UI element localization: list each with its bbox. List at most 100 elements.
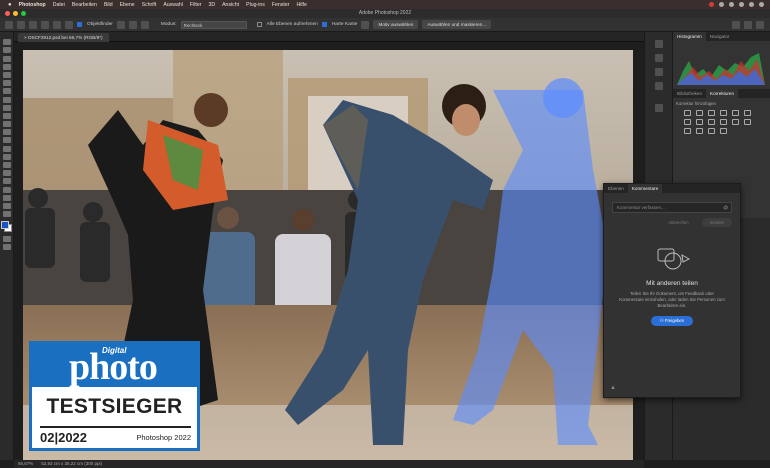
healing-brush-tool-icon[interactable] xyxy=(3,96,11,103)
zoom-level[interactable]: 66,67% xyxy=(18,460,33,468)
brush-tool-icon[interactable] xyxy=(3,104,11,111)
more-tools-icon[interactable] xyxy=(3,211,11,218)
freigeben-button[interactable]: ⚇ Freigeben xyxy=(651,316,693,326)
color-lookup-icon[interactable] xyxy=(732,119,739,125)
menu-datei[interactable]: Datei xyxy=(53,2,65,8)
tab-navigator[interactable]: Navigator xyxy=(706,32,734,41)
comments-warning-icon[interactable]: ▲ xyxy=(610,385,616,391)
menu-ansicht[interactable]: Ansicht xyxy=(222,2,239,8)
status-icon-b[interactable] xyxy=(729,2,734,7)
status-icon-a[interactable] xyxy=(719,2,724,7)
tab-kommentare[interactable]: Kommentare xyxy=(627,184,663,193)
control-center-icon[interactable] xyxy=(759,2,764,7)
history-brush-tool-icon[interactable] xyxy=(3,121,11,128)
exposure-icon[interactable] xyxy=(720,110,727,116)
add-selection-icon[interactable] xyxy=(41,20,49,29)
share-icon[interactable] xyxy=(756,20,764,29)
modus-select[interactable]: Rechteck xyxy=(180,20,247,29)
frame-tool-icon[interactable] xyxy=(3,80,11,87)
menu-app-name[interactable]: Photoshop xyxy=(19,2,46,8)
close-tab-icon[interactable]: × xyxy=(24,35,27,40)
black-white-icon[interactable] xyxy=(696,119,703,125)
settings-gear-icon[interactable] xyxy=(140,20,149,29)
minimize-window-icon[interactable] xyxy=(13,11,18,16)
comments-panel-icon[interactable] xyxy=(654,104,663,112)
search-icon[interactable] xyxy=(749,2,754,7)
menu-plugins[interactable]: Plug-ins xyxy=(246,2,265,8)
objektfinder-checkbox[interactable] xyxy=(77,22,82,27)
threshold-icon[interactable] xyxy=(696,128,703,134)
hand-tool-icon[interactable] xyxy=(3,194,11,201)
tool-preset-icon[interactable] xyxy=(17,20,25,29)
auswaehlen-maskieren-button[interactable]: Auswählen und maskieren... xyxy=(422,20,492,29)
hue-icon[interactable] xyxy=(744,110,751,116)
menu-bild[interactable]: Bild xyxy=(104,2,113,8)
invert-icon[interactable] xyxy=(744,119,751,125)
curves-icon[interactable] xyxy=(708,110,715,116)
menu-filter[interactable]: Filter xyxy=(190,2,202,8)
menu-bearbeiten[interactable]: Bearbeiten xyxy=(72,2,97,8)
foreground-color-swatch[interactable] xyxy=(1,221,9,230)
alle-ebenen-checkbox[interactable] xyxy=(256,22,262,27)
motiv-auswaehlen-button[interactable]: Motiv auswählen xyxy=(373,20,419,29)
enhance-icon[interactable] xyxy=(361,20,370,29)
status-icon-red[interactable] xyxy=(709,2,714,7)
object-selection-tool-icon[interactable] xyxy=(3,63,11,70)
type-tool-icon[interactable] xyxy=(3,170,11,177)
properties-panel-icon[interactable] xyxy=(654,68,663,76)
eyedropper-tool-icon[interactable] xyxy=(3,88,11,95)
eraser-tool-icon[interactable] xyxy=(3,129,11,136)
subtract-selection-icon[interactable] xyxy=(53,20,61,29)
quick-mask-icon[interactable] xyxy=(3,235,11,242)
history-panel-icon[interactable] xyxy=(654,40,663,48)
vibrance-icon[interactable] xyxy=(732,110,739,116)
info-panel-icon[interactable] xyxy=(654,82,663,90)
mention-icon[interactable]: @ xyxy=(723,203,728,213)
levels-icon[interactable] xyxy=(696,110,703,116)
gradient-tool-icon[interactable] xyxy=(3,137,11,144)
show-objects-icon[interactable] xyxy=(128,20,137,29)
document-tab[interactable]: × DSCF2912.psd bei 66,7% (RGB/8*) xyxy=(18,33,109,42)
posterize-icon[interactable] xyxy=(684,128,691,134)
zoom-tool-icon[interactable] xyxy=(3,202,11,209)
photo-filter-icon[interactable] xyxy=(708,119,715,125)
menu-schrift[interactable]: Schrift xyxy=(142,2,157,8)
harte-kante-checkbox[interactable] xyxy=(321,22,327,27)
menu-auswahl[interactable]: Auswahl xyxy=(163,2,183,8)
brightness-icon[interactable] xyxy=(684,110,691,116)
menu-fenster[interactable]: Fenster xyxy=(272,2,290,8)
color-balance-icon[interactable] xyxy=(684,119,691,125)
tab-bibliotheken[interactable]: Bibliotheken xyxy=(673,89,706,98)
menu-3d[interactable]: 3D xyxy=(208,2,215,8)
marquee-tool-icon[interactable] xyxy=(3,47,11,54)
apple-icon[interactable]: ● xyxy=(8,2,12,8)
wifi-icon[interactable] xyxy=(739,2,744,7)
path-selection-tool-icon[interactable] xyxy=(3,178,11,185)
refresh-icon[interactable] xyxy=(116,20,125,29)
maximize-window-icon[interactable] xyxy=(21,11,26,16)
crop-tool-icon[interactable] xyxy=(3,71,11,78)
actions-panel-icon[interactable] xyxy=(654,54,663,62)
home-icon[interactable] xyxy=(5,20,13,29)
workspace-icon[interactable] xyxy=(744,20,752,29)
menu-hilfe[interactable]: Hilfe xyxy=(296,2,306,8)
close-window-icon[interactable] xyxy=(5,11,10,16)
search-app-icon[interactable] xyxy=(732,20,740,29)
menu-ebene[interactable]: Ebene xyxy=(120,2,135,8)
tab-korrekturen[interactable]: Korrekturen xyxy=(706,89,739,98)
cancel-comment-button[interactable]: Abbrechen xyxy=(660,218,696,227)
dodge-tool-icon[interactable] xyxy=(3,153,11,160)
lasso-tool-icon[interactable] xyxy=(3,55,11,62)
selective-color-icon[interactable] xyxy=(720,128,727,134)
new-selection-icon[interactable] xyxy=(29,20,37,29)
send-comment-button[interactable]: Senden xyxy=(701,218,732,227)
channel-mixer-icon[interactable] xyxy=(720,119,727,125)
blur-tool-icon[interactable] xyxy=(3,145,11,152)
tab-ebenen[interactable]: Ebenen xyxy=(604,184,628,193)
shape-tool-icon[interactable] xyxy=(3,186,11,193)
tab-histogram[interactable]: Histogramm xyxy=(673,32,706,41)
pen-tool-icon[interactable] xyxy=(3,162,11,168)
gradient-map-icon[interactable] xyxy=(708,128,715,134)
move-tool-icon[interactable] xyxy=(3,39,11,46)
screen-mode-icon[interactable] xyxy=(3,243,11,250)
